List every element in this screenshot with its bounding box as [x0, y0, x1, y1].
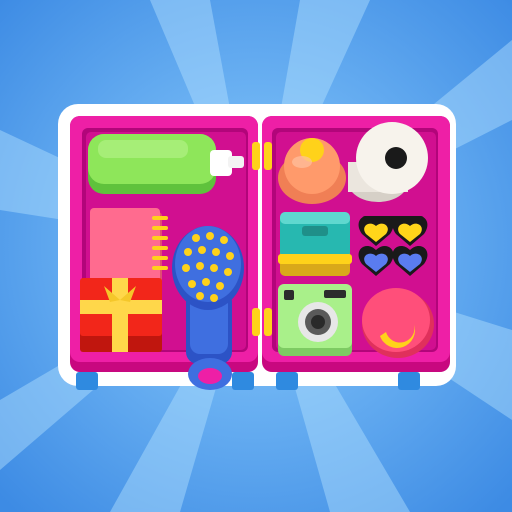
game-scene: [0, 0, 512, 512]
green-instant-camera[interactable]: [278, 284, 352, 356]
game-canvas: [0, 0, 512, 512]
pink-notebook[interactable]: [90, 208, 168, 290]
teal-jewelry-box[interactable]: [278, 212, 352, 276]
red-gift-box[interactable]: [80, 278, 162, 352]
